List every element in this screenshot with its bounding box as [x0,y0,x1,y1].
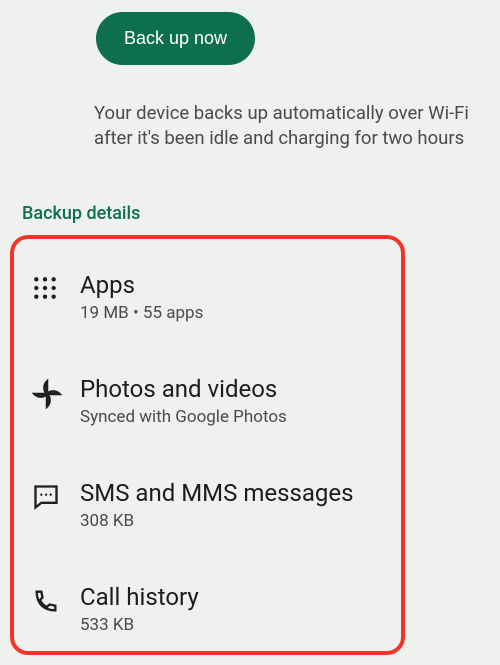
list-item-apps[interactable]: Apps 19 MB • 55 apps [24,261,391,353]
backup-details-highlight: Apps 19 MB • 55 apps Photos and videos S… [10,235,405,655]
list-item-call-history[interactable]: Call history 533 KB [24,561,391,665]
item-title: Photos and videos [80,375,391,403]
apps-icon [24,271,80,301]
item-title: Apps [80,271,391,299]
message-icon [24,479,80,511]
backup-description: Your device backs up automatically over … [94,101,472,151]
item-title: SMS and MMS messages [80,479,391,507]
item-subtitle: 19 MB • 55 apps [80,303,391,323]
photos-icon [24,375,80,409]
item-subtitle: 533 KB [80,615,391,635]
list-item-photos-videos[interactable]: Photos and videos Synced with Google Pho… [24,353,391,457]
item-title: Call history [80,583,391,611]
back-up-now-button[interactable]: Back up now [96,12,255,65]
item-subtitle: Synced with Google Photos [80,407,391,427]
item-subtitle: 308 KB [80,511,391,531]
backup-details-heading: Backup details [22,203,500,224]
list-item-sms-mms[interactable]: SMS and MMS messages 308 KB [24,457,391,561]
phone-icon [24,583,80,615]
